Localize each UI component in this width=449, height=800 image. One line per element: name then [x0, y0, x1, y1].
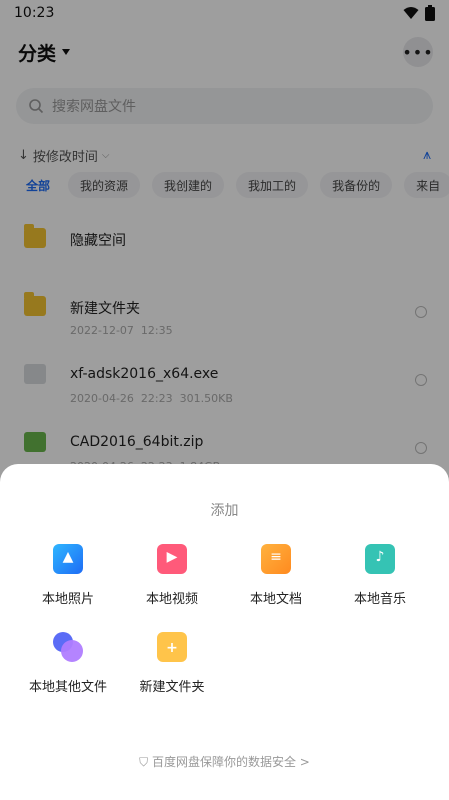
sheet-title: 添加 [210, 503, 239, 519]
option-label: 本地视频 [145, 592, 198, 607]
security-notice-link[interactable]: ⛉ 百度网盘保障你的数据安全 > [0, 753, 449, 770]
option-label: 本地照片 [41, 592, 94, 607]
option-label: 本地音乐 [353, 592, 406, 607]
option-label: 本地文档 [249, 592, 302, 607]
local-photo-button[interactable]: ▲ 本地照片 [18, 544, 118, 607]
document-icon: ≡ [261, 544, 291, 574]
add-bottom-sheet: 添加 ▲ 本地照片 ▶ 本地视频 ≡ 本地文档 ♪ 本地音乐 本地其他文件 + … [0, 464, 449, 800]
new-folder-icon: + [157, 632, 187, 662]
local-music-button[interactable]: ♪ 本地音乐 [330, 544, 430, 607]
other-file-icon [53, 632, 83, 662]
local-other-files-button[interactable]: 本地其他文件 [18, 632, 118, 695]
option-label: 本地其他文件 [28, 680, 107, 695]
photo-icon: ▲ [53, 544, 83, 574]
local-video-button[interactable]: ▶ 本地视频 [122, 544, 222, 607]
shield-icon: ⛉ [139, 755, 149, 769]
music-icon: ♪ [365, 544, 395, 574]
new-folder-button[interactable]: + 新建文件夹 [122, 632, 222, 695]
security-notice-text: 百度网盘保障你的数据安全 > [151, 755, 310, 769]
option-label: 新建文件夹 [139, 680, 205, 695]
local-document-button[interactable]: ≡ 本地文档 [226, 544, 326, 607]
video-icon: ▶ [157, 544, 187, 574]
